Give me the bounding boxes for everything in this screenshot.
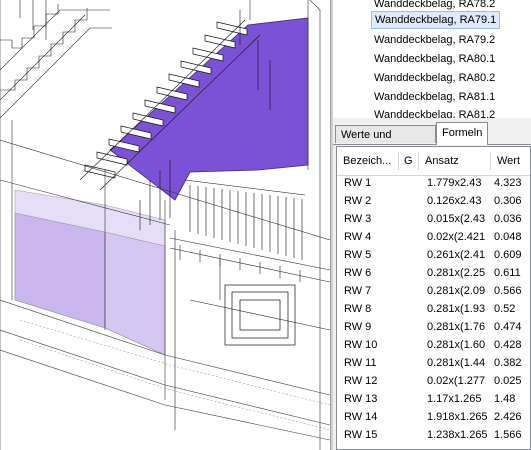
row-ansatz-cell[interactable]: 0.281x(1.76 bbox=[427, 318, 491, 336]
row-ansatz-cell[interactable]: 0.261x(2.41 bbox=[427, 246, 491, 264]
row-wert-cell[interactable]: 0.382 bbox=[494, 354, 530, 372]
wall-panel-left bbox=[14, 212, 106, 329]
table-row[interactable]: RW 13 1.17x1.265 1.48 bbox=[337, 390, 530, 408]
row-wert-cell[interactable]: 1.566 bbox=[494, 426, 530, 444]
list-item[interactable]: Wanddeckbelag, RA81.1 bbox=[371, 88, 498, 106]
row-ansatz-cell[interactable]: 1.17x1.265 bbox=[427, 390, 491, 408]
table-row[interactable]: RW 8 0.281x(1.93 0.52 bbox=[337, 300, 530, 318]
list-item[interactable]: Wanddeckbelag, RA81.2 bbox=[371, 106, 498, 118]
row-ansatz-cell[interactable]: 1.238x1.265 bbox=[427, 426, 491, 444]
table-row[interactable]: RW 15 1.238x1.265 1.566 bbox=[337, 426, 530, 444]
column-header-ansatz[interactable]: Ansatz bbox=[419, 152, 491, 170]
row-name-cell[interactable]: RW 11 bbox=[344, 354, 399, 372]
row-name-cell[interactable]: RW 7 bbox=[344, 282, 399, 300]
row-ansatz-cell[interactable]: 0.281x(1.60 bbox=[427, 336, 491, 354]
properties-panel: Wanddeckbelag, RA78.2 Wanddeckbelag, RA7… bbox=[333, 0, 531, 450]
table-row[interactable]: RW 10 0.281x(1.60 0.428 bbox=[337, 336, 530, 354]
row-name-cell[interactable]: RW 5 bbox=[344, 246, 399, 264]
row-wert-cell[interactable]: 0.036 bbox=[494, 210, 530, 228]
table-row[interactable]: RW 7 0.281x(2.09 0.566 bbox=[337, 282, 530, 300]
table-row[interactable]: RW 6 0.281x(2.25 0.611 bbox=[337, 264, 530, 282]
row-name-cell[interactable]: RW 8 bbox=[344, 300, 399, 318]
table-row[interactable]: RW 5 0.261x(2.41 0.609 bbox=[337, 246, 530, 264]
table-row[interactable]: RW 9 0.281x(1.76 0.474 bbox=[337, 318, 530, 336]
table-row[interactable]: RW 12 0.02x(1.277 0.025 bbox=[337, 372, 530, 390]
table-row[interactable]: RW 4 0.02x(2.421 0.048 bbox=[337, 228, 530, 246]
selected-wall-face bbox=[109, 17, 309, 201]
wall-panel-right bbox=[104, 231, 166, 356]
column-header-bezeichnung[interactable]: Bezeich... bbox=[337, 152, 399, 170]
row-name-cell[interactable]: RW 12 bbox=[344, 372, 399, 390]
row-wert-cell[interactable]: 1.48 bbox=[494, 390, 530, 408]
row-wert-cell[interactable]: 0.609 bbox=[494, 246, 530, 264]
row-name-cell[interactable]: RW 13 bbox=[344, 390, 399, 408]
row-ansatz-cell[interactable]: 0.281x(2.25 bbox=[427, 264, 491, 282]
row-name-cell[interactable]: RW 2 bbox=[344, 192, 399, 210]
row-ansatz-cell[interactable]: 0.015x(2.43 bbox=[427, 210, 491, 228]
row-wert-cell[interactable]: 4.323 bbox=[494, 174, 530, 192]
row-name-cell[interactable]: RW 10 bbox=[344, 336, 399, 354]
row-name-cell[interactable]: RW 15 bbox=[344, 426, 399, 444]
formula-grid[interactable]: Bezeich... G Ansatz Wert RW 1 1.779x2.43 4… bbox=[336, 146, 531, 450]
cad-3d-viewport[interactable] bbox=[0, 0, 330, 450]
table-row[interactable]: RW 11 0.281x(1.44 0.382 bbox=[337, 354, 530, 372]
tab-werte-und-attribute[interactable]: Werte und Attribute bbox=[335, 125, 436, 159]
row-wert-cell[interactable]: 0.611 bbox=[494, 264, 530, 282]
row-wert-cell[interactable]: 0.474 bbox=[494, 318, 530, 336]
row-name-cell[interactable]: RW 14 bbox=[344, 408, 399, 426]
row-ansatz-cell[interactable]: 0.126x2.43 bbox=[427, 192, 491, 210]
row-wert-cell[interactable]: 0.428 bbox=[494, 336, 530, 354]
table-row[interactable]: RW 14 1.918x1.265 2.426 bbox=[337, 408, 530, 426]
table-row[interactable]: RW 1 1.779x2.43 4.323 bbox=[337, 174, 530, 192]
row-name-cell[interactable]: RW 1 bbox=[344, 174, 399, 192]
row-name-cell[interactable]: RW 3 bbox=[344, 210, 399, 228]
row-wert-cell[interactable]: 0.048 bbox=[494, 228, 530, 246]
row-wert-cell[interactable]: 0.566 bbox=[494, 282, 530, 300]
row-wert-cell[interactable]: 0.306 bbox=[494, 192, 530, 210]
row-ansatz-cell[interactable]: 0.02x(1.277 bbox=[427, 372, 491, 390]
element-list[interactable]: Wanddeckbelag, RA78.2 Wanddeckbelag, RA7… bbox=[333, 0, 531, 118]
column-header-g[interactable]: G bbox=[399, 152, 419, 170]
tab-formeln[interactable]: Formeln bbox=[436, 122, 488, 145]
row-ansatz-cell[interactable]: 0.02x(2.421 bbox=[427, 228, 491, 246]
row-name-cell[interactable]: RW 6 bbox=[344, 264, 399, 282]
list-item[interactable]: Wanddeckbelag, RA79.2 bbox=[371, 31, 498, 49]
tab-bar: Werte und Attribute Formeln bbox=[333, 122, 531, 159]
grid-header: Bezeich... G Ansatz Wert bbox=[337, 147, 530, 176]
stair-model-drawing bbox=[0, 0, 330, 450]
list-item[interactable]: Wanddeckbelag, RA80.1 bbox=[371, 50, 498, 68]
column-header-wert[interactable]: Wert bbox=[491, 152, 530, 170]
row-ansatz-cell[interactable]: 0.281x(1.44 bbox=[427, 354, 491, 372]
row-ansatz-cell[interactable]: 1.918x1.265 bbox=[427, 408, 491, 426]
row-name-cell[interactable]: RW 9 bbox=[344, 318, 399, 336]
row-wert-cell[interactable]: 0.52 bbox=[494, 300, 530, 318]
upper-stair bbox=[0, 0, 112, 119]
row-ansatz-cell[interactable]: 1.779x2.43 bbox=[427, 174, 491, 192]
table-row[interactable]: RW 3 0.015x(2.43 0.036 bbox=[337, 210, 530, 228]
row-name-cell[interactable]: RW 4 bbox=[344, 228, 399, 246]
list-item[interactable]: Wanddeckbelag, RA80.2 bbox=[371, 69, 498, 87]
list-item-selected[interactable]: Wanddeckbelag, RA79.1 bbox=[371, 11, 501, 29]
row-ansatz-cell[interactable]: 0.281x(2.09 bbox=[427, 282, 491, 300]
row-wert-cell[interactable]: 0.025 bbox=[494, 372, 530, 390]
row-ansatz-cell[interactable]: 0.281x(1.93 bbox=[427, 300, 491, 318]
row-wert-cell[interactable]: 2.426 bbox=[494, 408, 530, 426]
table-row[interactable]: RW 2 0.126x2.43 0.306 bbox=[337, 192, 530, 210]
